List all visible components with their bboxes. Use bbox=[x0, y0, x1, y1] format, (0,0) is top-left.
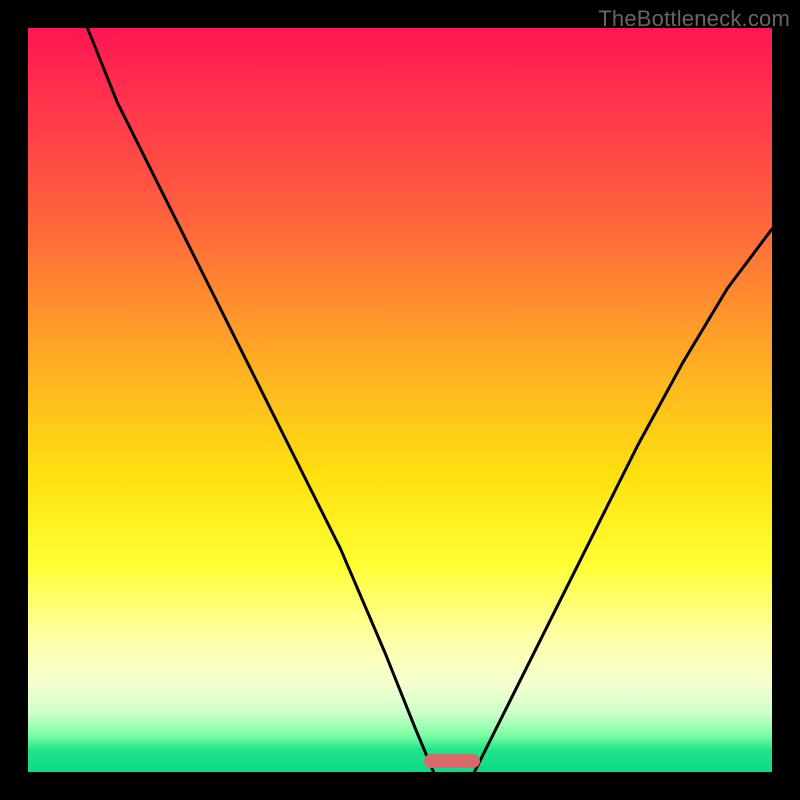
chart-frame: TheBottleneck.com bbox=[0, 0, 800, 800]
curve-right-branch bbox=[474, 229, 772, 772]
plot-area bbox=[28, 28, 772, 772]
optimal-range-marker bbox=[424, 754, 480, 768]
bottleneck-curve bbox=[28, 28, 772, 772]
curve-left-branch bbox=[88, 28, 434, 772]
